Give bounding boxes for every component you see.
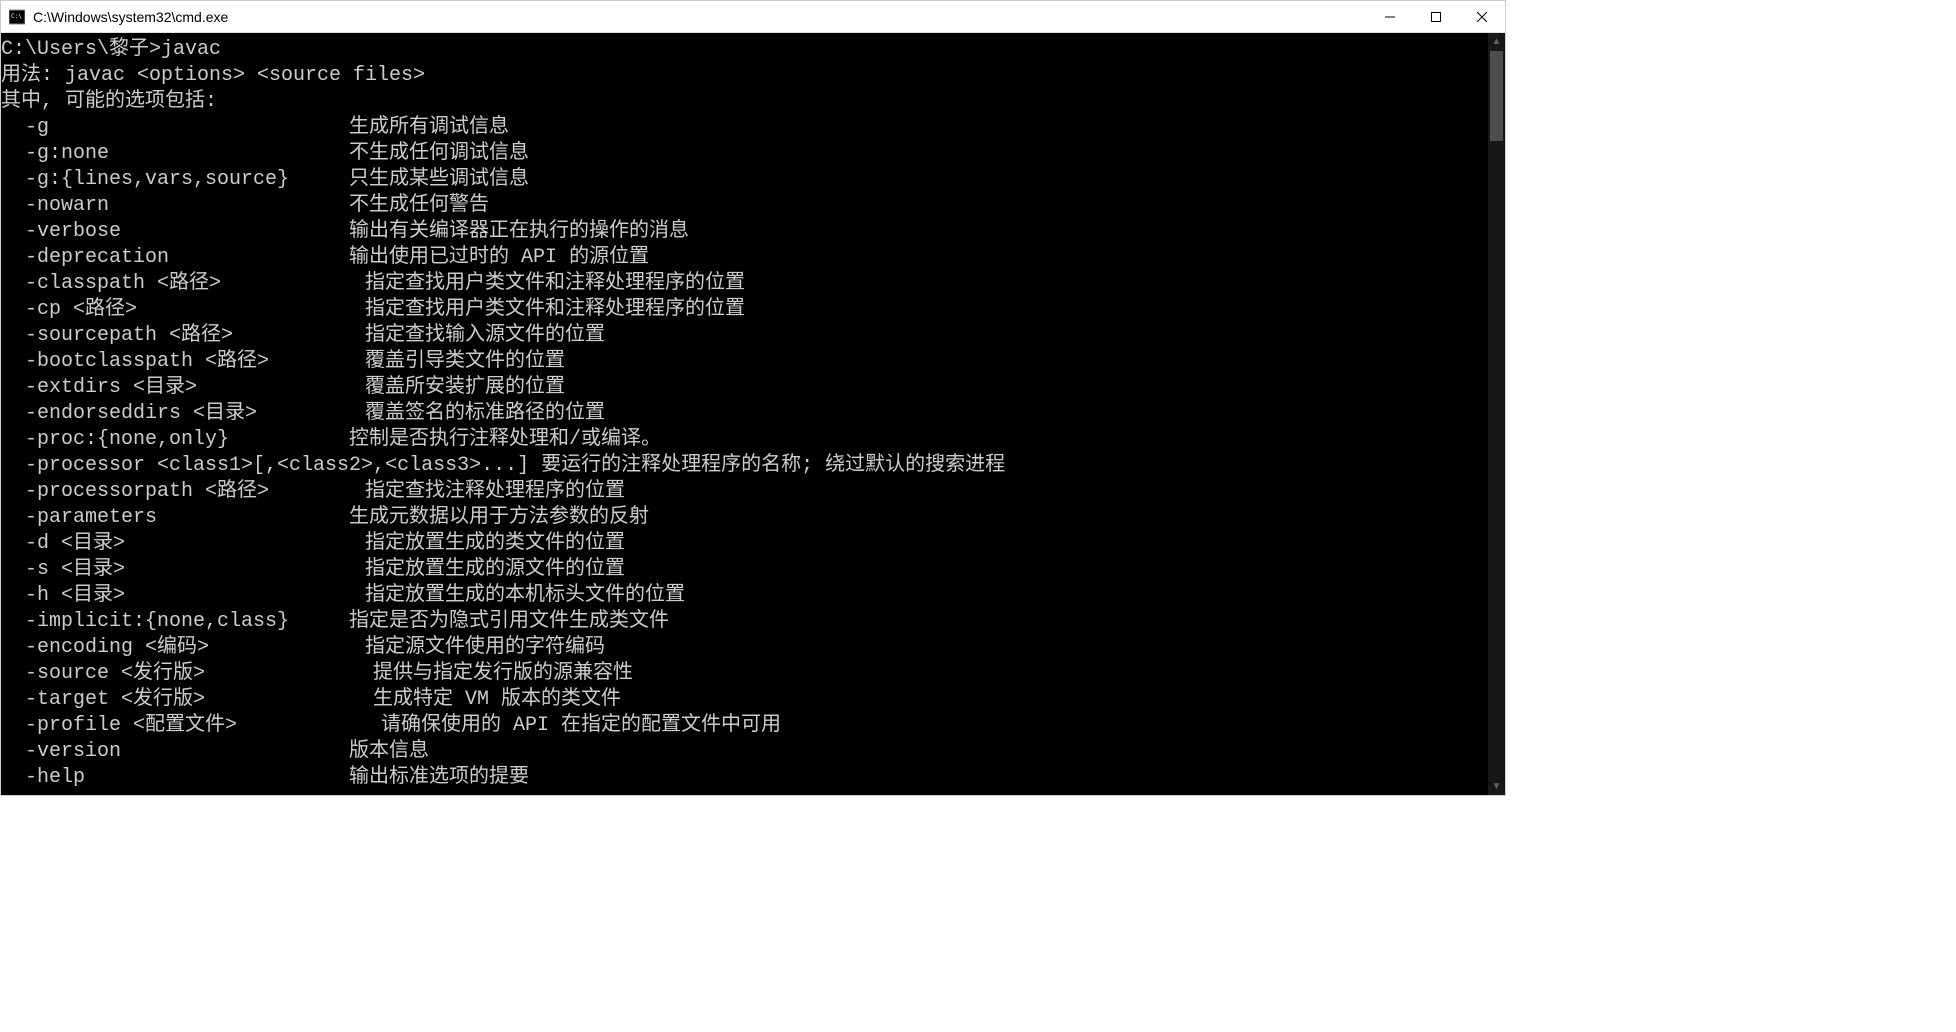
- terminal-line: -d <目录> 指定放置生成的类文件的位置: [1, 531, 1488, 557]
- terminal-line: 用法: javac <options> <source files>: [1, 63, 1488, 89]
- terminal-line: -source <发行版> 提供与指定发行版的源兼容性: [1, 661, 1488, 687]
- window-title: C:\Windows\system32\cmd.exe: [33, 9, 1367, 25]
- terminal-line: -help 输出标准选项的提要: [1, 765, 1488, 791]
- terminal-line: -processor <class1>[,<class2>,<class3>..…: [1, 453, 1488, 479]
- terminal-line: -g 生成所有调试信息: [1, 115, 1488, 141]
- terminal-line: -cp <路径> 指定查找用户类文件和注释处理程序的位置: [1, 297, 1488, 323]
- terminal-line: -endorseddirs <目录> 覆盖签名的标准路径的位置: [1, 401, 1488, 427]
- terminal-line: -bootclasspath <路径> 覆盖引导类文件的位置: [1, 349, 1488, 375]
- terminal-line: 其中, 可能的选项包括:: [1, 89, 1488, 115]
- terminal-line: -h <目录> 指定放置生成的本机标头文件的位置: [1, 583, 1488, 609]
- svg-text:C:\: C:\: [11, 13, 22, 20]
- maximize-button[interactable]: [1413, 1, 1459, 32]
- terminal-line: -version 版本信息: [1, 739, 1488, 765]
- scrollbar[interactable]: ▲ ▼: [1488, 33, 1505, 795]
- titlebar[interactable]: C:\ C:\Windows\system32\cmd.exe: [1, 1, 1505, 33]
- terminal-line: -verbose 输出有关编译器正在执行的操作的消息: [1, 219, 1488, 245]
- terminal-line: -encoding <编码> 指定源文件使用的字符编码: [1, 635, 1488, 661]
- terminal-line: -extdirs <目录> 覆盖所安装扩展的位置: [1, 375, 1488, 401]
- terminal-line: -target <发行版> 生成特定 VM 版本的类文件: [1, 687, 1488, 713]
- terminal-line: -implicit:{none,class} 指定是否为隐式引用文件生成类文件: [1, 609, 1488, 635]
- terminal-line: -g:none 不生成任何调试信息: [1, 141, 1488, 167]
- close-button[interactable]: [1459, 1, 1505, 32]
- cmd-window: C:\ C:\Windows\system32\cmd.exe C:\Users…: [0, 0, 1506, 796]
- terminal-line: -classpath <路径> 指定查找用户类文件和注释处理程序的位置: [1, 271, 1488, 297]
- terminal-line: -processorpath <路径> 指定查找注释处理程序的位置: [1, 479, 1488, 505]
- terminal-line: -g:{lines,vars,source} 只生成某些调试信息: [1, 167, 1488, 193]
- scrollbar-thumb[interactable]: [1490, 51, 1503, 141]
- terminal-line: C:\Users\黎子>javac: [1, 37, 1488, 63]
- minimize-button[interactable]: [1367, 1, 1413, 32]
- scroll-up-arrow[interactable]: ▲: [1488, 33, 1505, 50]
- scroll-down-arrow[interactable]: ▼: [1488, 778, 1505, 795]
- terminal-line: -deprecation 输出使用已过时的 API 的源位置: [1, 245, 1488, 271]
- terminal-line: -s <目录> 指定放置生成的源文件的位置: [1, 557, 1488, 583]
- terminal-line: -parameters 生成元数据以用于方法参数的反射: [1, 505, 1488, 531]
- titlebar-controls: [1367, 1, 1505, 32]
- terminal-line: -sourcepath <路径> 指定查找输入源文件的位置: [1, 323, 1488, 349]
- terminal-output[interactable]: C:\Users\黎子>javac用法: javac <options> <so…: [1, 33, 1488, 795]
- cmd-icon: C:\: [9, 9, 25, 25]
- terminal-line: -profile <配置文件> 请确保使用的 API 在指定的配置文件中可用: [1, 713, 1488, 739]
- terminal-container: C:\Users\黎子>javac用法: javac <options> <so…: [1, 33, 1505, 795]
- terminal-line: -nowarn 不生成任何警告: [1, 193, 1488, 219]
- terminal-line: -proc:{none,only} 控制是否执行注释处理和/或编译。: [1, 427, 1488, 453]
